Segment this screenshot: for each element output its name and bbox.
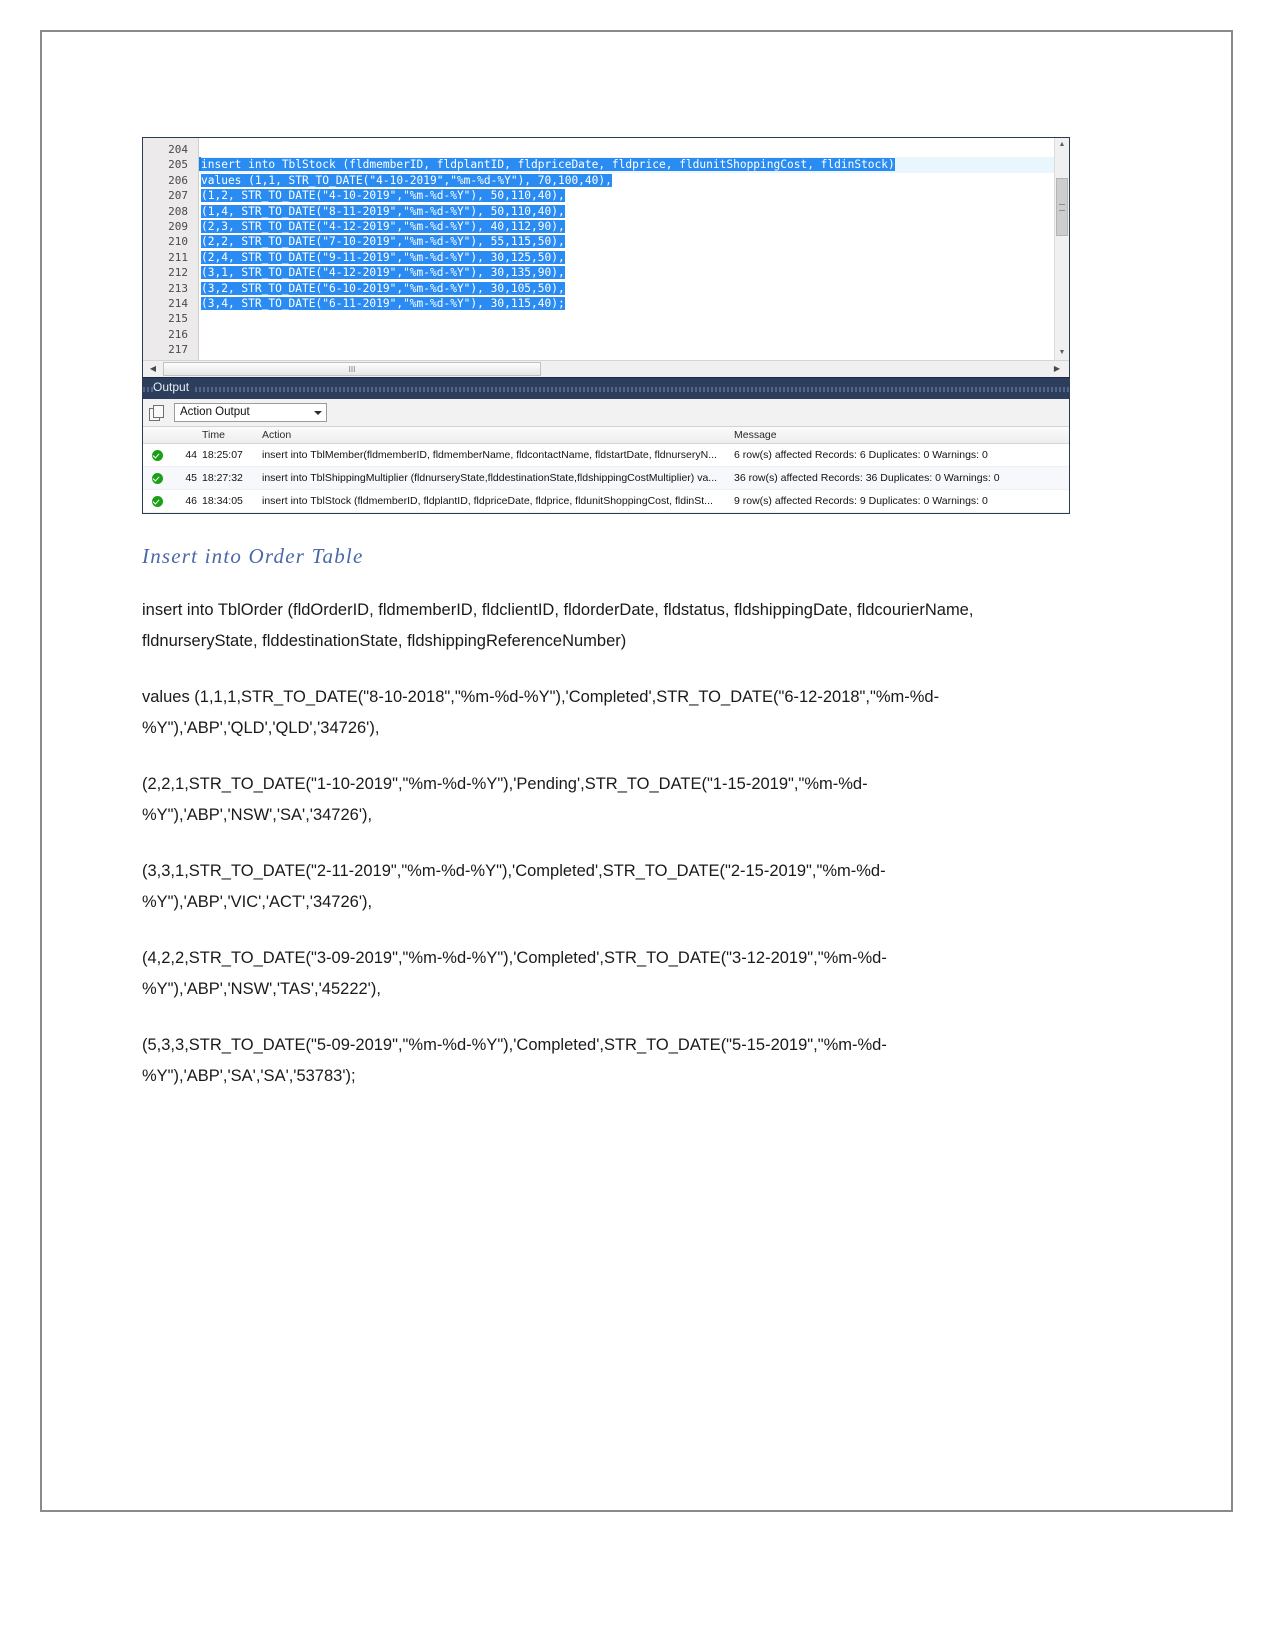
code-line-text: (3,4, STR_TO_DATE("6-11-2019","%m-%d-%Y"… <box>201 296 565 310</box>
scroll-down-icon[interactable]: ▼ <box>1055 346 1069 360</box>
output-panel-titlebar: Output <box>143 377 1069 399</box>
status-badge <box>143 472 171 484</box>
header-message: Message <box>734 429 777 441</box>
line-number: 207 <box>168 189 188 203</box>
code-text-area[interactable]: insert into TblStock (fldmemberID, fldpl… <box>199 138 1069 360</box>
line-number: 209 <box>168 219 188 233</box>
line-number-gutter: 204 205 206 207 208 209 210 211 212 213 214 215 216 2… <box>143 138 210 360</box>
code-line[interactable] <box>201 342 1069 357</box>
action-output-header: Time Action Message <box>143 427 1069 444</box>
header-action: Action <box>262 429 292 441</box>
line-number: 210 <box>168 235 188 249</box>
row-index: 46 <box>185 495 197 507</box>
line-number: 208 <box>168 204 188 218</box>
code-line-text: values (1,1, STR_TO_DATE("4-10-2019","%m… <box>201 173 612 187</box>
document-body: insert into TblOrder (fldOrderID, fldmem… <box>142 595 1072 1091</box>
row-message: 9 row(s) affected Records: 9 Duplicates:… <box>734 495 988 507</box>
output-panel-toolbar: Action Output <box>143 399 1069 427</box>
output-type-value: Action Output <box>180 406 250 418</box>
code-line[interactable] <box>201 311 1069 326</box>
action-output-grid: Time Action Message 44 18:25:07 insert int… <box>143 427 1069 513</box>
line-number: 204 <box>168 143 188 156</box>
row-action: insert into TblShippingMultiplier (fldnu… <box>262 472 718 484</box>
scroll-up-icon[interactable]: ▲ <box>1055 138 1069 152</box>
row-index: 45 <box>185 472 197 484</box>
document-page: 204 205 206 207 208 209 210 211 212 213 214 215 216 2… <box>40 30 1233 1512</box>
code-line-text: (3,2, STR_TO_DATE("6-10-2019","%m-%d-%Y"… <box>201 281 565 295</box>
success-check-icon <box>151 472 163 484</box>
output-type-select[interactable]: Action Output <box>174 403 327 422</box>
document-paragraph: insert into TblOrder (fldOrderID, fldmem… <box>142 601 974 650</box>
page-content: 204 205 206 207 208 209 210 211 212 213 214 215 216 2… <box>142 137 1072 1091</box>
code-line-text: (2,3, STR_TO_DATE("4-12-2019","%m-%d-%Y"… <box>201 219 565 233</box>
document-paragraph: (3,3,1,STR_TO_DATE("2-11-2019","%m-%d-%Y… <box>142 862 886 911</box>
text-caret <box>199 157 201 172</box>
output-panel-title: Output <box>153 380 196 394</box>
line-number: 205 <box>143 157 210 172</box>
document-paragraph: (2,2,1,STR_TO_DATE("1-10-2019","%m-%d-%Y… <box>142 775 868 824</box>
header-time: Time <box>202 429 225 441</box>
action-output-rows: 44 18:25:07 insert into TblMember(fldmembe… <box>143 444 1069 513</box>
line-number: 206 <box>168 173 188 187</box>
code-line[interactable] <box>201 327 1069 342</box>
code-line[interactable]: (1,2, STR_TO_DATE("4-10-2019","%m-%d-%Y"… <box>201 188 1069 203</box>
titlebar-dot-pattern <box>143 387 1069 392</box>
line-number: 217 <box>168 343 188 357</box>
row-time: 18:25:07 <box>202 449 243 461</box>
success-check-icon <box>151 449 163 461</box>
code-line[interactable] <box>201 142 1069 157</box>
code-line-text: (1,4, STR_TO_DATE("8-11-2019","%m-%d-%Y"… <box>201 204 565 218</box>
horizontal-scroll-thumb[interactable]: III <box>163 362 541 376</box>
row-action: insert into TblStock (fldmemberID, fldpl… <box>262 495 713 507</box>
row-message: 36 row(s) affected Records: 36 Duplicate… <box>734 472 1000 484</box>
row-action: insert into TblMember(fldmemberID, fldme… <box>262 449 717 461</box>
table-row[interactable]: 45 18:27:32 insert into TblShippingMultipl… <box>143 467 1069 490</box>
code-line[interactable]: insert into TblStock (fldmemberID, fldpl… <box>201 157 1069 172</box>
row-index: 44 <box>185 449 197 461</box>
line-number: 216 <box>168 327 188 341</box>
chevron-down-icon[interactable] <box>314 411 322 415</box>
code-line-text: (2,4, STR_TO_DATE("9-11-2019","%m-%d-%Y"… <box>201 250 565 264</box>
status-badge <box>143 495 171 507</box>
vertical-scroll-thumb[interactable] <box>1056 178 1068 236</box>
code-line[interactable]: (2,4, STR_TO_DATE("9-11-2019","%m-%d-%Y"… <box>201 250 1069 265</box>
row-message: 6 row(s) affected Records: 6 Duplicates:… <box>734 449 988 461</box>
code-line-text: insert into TblStock (fldmemberID, fldpl… <box>201 158 895 172</box>
code-line[interactable]: (3,2, STR_TO_DATE("6-10-2019","%m-%d-%Y"… <box>201 281 1069 296</box>
code-line-text: (2,2, STR_TO_DATE("7-10-2019","%m-%d-%Y"… <box>201 235 565 249</box>
line-number: 213 <box>168 281 188 295</box>
line-number: 215 <box>168 312 188 326</box>
page-title: Insert into Order Table <box>142 544 364 568</box>
row-time: 18:34:05 <box>202 495 243 507</box>
row-time: 18:27:32 <box>202 472 243 484</box>
code-line-text: (1,2, STR_TO_DATE("4-10-2019","%m-%d-%Y"… <box>201 189 565 203</box>
code-line[interactable]: (3,4, STR_TO_DATE("6-11-2019","%m-%d-%Y"… <box>201 296 1069 311</box>
success-check-icon <box>151 495 163 507</box>
code-line[interactable]: values (1,1, STR_TO_DATE("4-10-2019","%m… <box>201 173 1069 188</box>
document-paragraph: values (1,1,1,STR_TO_DATE("8-10-2018","%… <box>142 688 940 737</box>
scroll-thumb-grip <box>1059 204 1065 211</box>
editor-horizontal-scrollbar[interactable]: ◀ III ▶ <box>143 360 1069 377</box>
line-number: 211 <box>168 250 188 264</box>
code-line[interactable]: (2,2, STR_TO_DATE("7-10-2019","%m-%d-%Y"… <box>201 234 1069 249</box>
document-paragraph: (5,3,3,STR_TO_DATE("5-09-2019","%m-%d-%Y… <box>142 1036 887 1085</box>
sql-code-editor[interactable]: 204 205 206 207 208 209 210 211 212 213 214 215 216 2… <box>143 138 1069 360</box>
mysql-workbench-screenshot: 204 205 206 207 208 209 210 211 212 213 214 215 216 2… <box>142 137 1070 514</box>
copy-icon[interactable] <box>149 404 166 421</box>
scroll-right-icon[interactable]: ▶ <box>1049 361 1065 377</box>
table-row[interactable]: 44 18:25:07 insert into TblMember(fldmembe… <box>143 444 1069 467</box>
document-paragraph: (4,2,2,STR_TO_DATE("3-09-2019","%m-%d-%Y… <box>142 949 887 998</box>
code-line[interactable]: (3,1, STR_TO_DATE("4-12-2019","%m-%d-%Y"… <box>201 265 1069 280</box>
code-line[interactable]: (2,3, STR_TO_DATE("4-12-2019","%m-%d-%Y"… <box>201 219 1069 234</box>
code-line[interactable]: (1,4, STR_TO_DATE("8-11-2019","%m-%d-%Y"… <box>201 204 1069 219</box>
line-number: 212 <box>168 266 188 280</box>
status-badge <box>143 449 171 461</box>
code-line-text: (3,1, STR_TO_DATE("4-12-2019","%m-%d-%Y"… <box>201 266 565 280</box>
scroll-left-icon[interactable]: ◀ <box>145 361 161 377</box>
editor-vertical-scrollbar[interactable]: ▲ ▼ <box>1054 138 1069 360</box>
table-row[interactable]: 46 18:34:05 insert into TblStock (fldmembe… <box>143 490 1069 513</box>
line-number: 214 <box>168 296 188 310</box>
